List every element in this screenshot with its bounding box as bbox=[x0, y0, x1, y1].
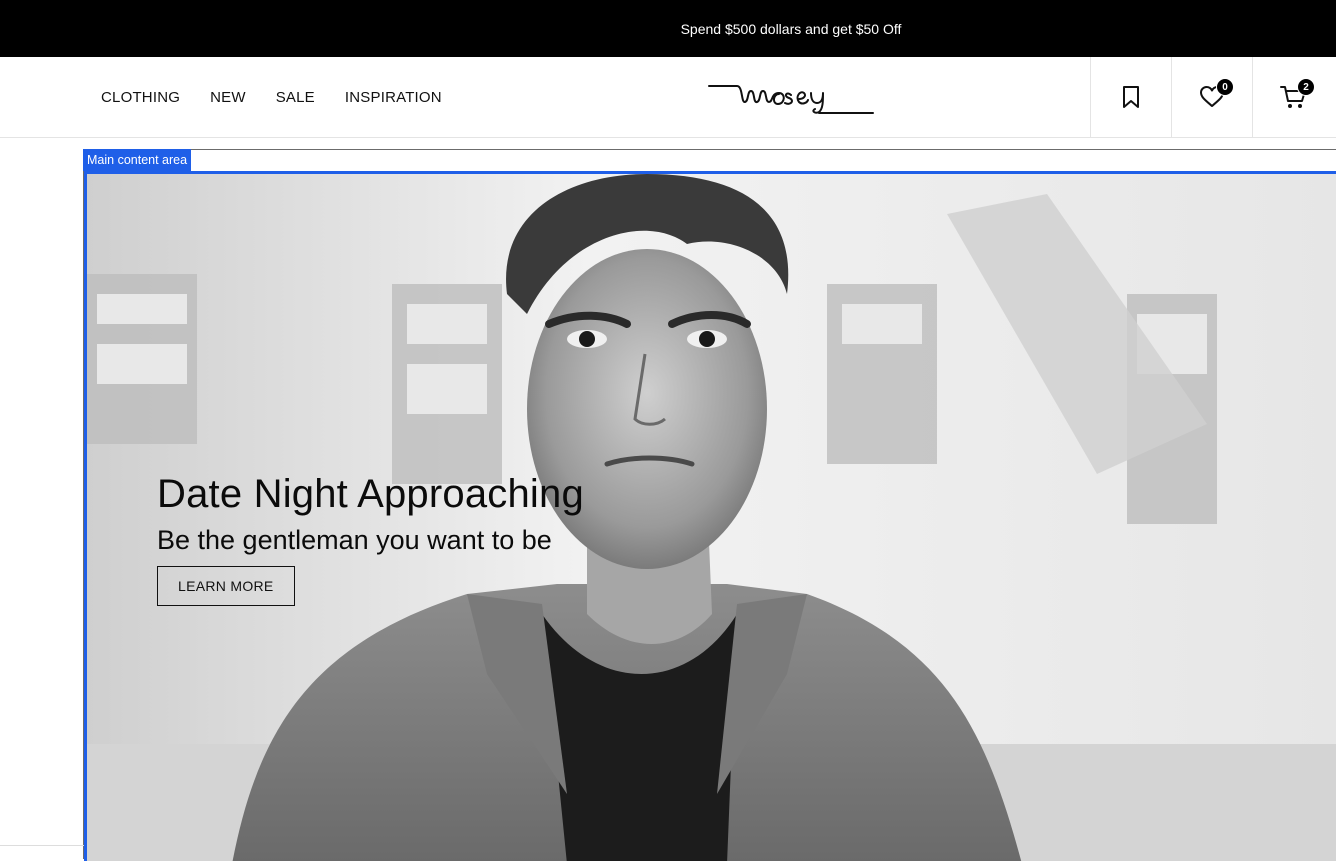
nav-item-clothing[interactable]: CLOTHING bbox=[101, 89, 180, 106]
cart-button[interactable]: 2 bbox=[1252, 57, 1333, 137]
promo-text: Spend $500 dollars and get $50 Off bbox=[680, 20, 902, 37]
main-content-landmark-label: Main content area bbox=[83, 149, 192, 171]
hero-banner: Date Night Approaching Be the gentleman … bbox=[84, 171, 1336, 861]
nav-item-sale[interactable]: SALE bbox=[276, 89, 315, 106]
promo-bar: Spend $500 dollars and get $50 Off bbox=[0, 0, 1336, 57]
learn-more-button[interactable]: LEARN MORE bbox=[157, 566, 295, 606]
divider bbox=[0, 845, 84, 846]
site-header: CLOTHING NEW SALE INSPIRATION 0 2 bbox=[0, 57, 1336, 138]
bookmark-button[interactable] bbox=[1090, 57, 1171, 137]
hero-copy: Date Night Approaching Be the gentleman … bbox=[157, 472, 584, 606]
nav-item-inspiration[interactable]: INSPIRATION bbox=[345, 89, 442, 106]
hero-title: Date Night Approaching bbox=[157, 472, 584, 516]
hero-subtitle: Be the gentleman you want to be bbox=[157, 525, 552, 555]
nav-item-new[interactable]: NEW bbox=[210, 89, 246, 106]
cart-count-badge: 2 bbox=[1297, 78, 1315, 96]
wishlist-button[interactable]: 0 bbox=[1171, 57, 1252, 137]
mosey-logo[interactable] bbox=[707, 77, 875, 117]
bookmark-icon bbox=[1123, 86, 1139, 108]
main-nav: CLOTHING NEW SALE INSPIRATION bbox=[101, 57, 442, 137]
wishlist-count-badge: 0 bbox=[1216, 78, 1234, 96]
header-actions: 0 2 bbox=[1090, 57, 1333, 137]
